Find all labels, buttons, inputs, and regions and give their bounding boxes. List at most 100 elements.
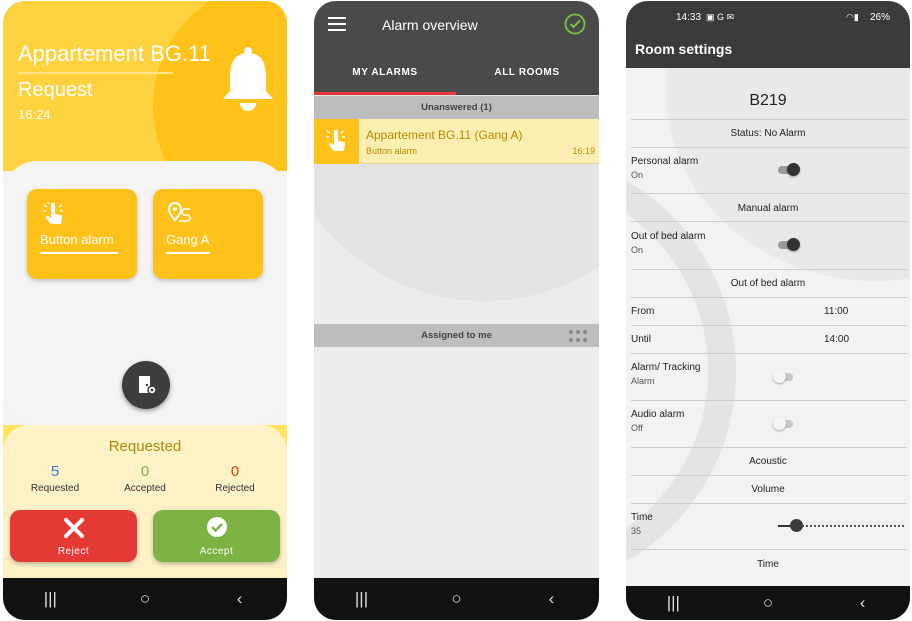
tracking-toggle[interactable] [773,370,793,383]
slider-knob[interactable] [789,519,803,532]
back-button[interactable]: ‹ [843,593,883,613]
alarm-status: Status: No Alarm [730,128,806,139]
divider [631,400,907,401]
recents-button[interactable]: ||| [30,589,70,609]
tile-underline [40,252,118,254]
divider [631,119,907,120]
divider [631,193,907,194]
menu-icon[interactable] [328,17,346,36]
room-settings-screen: 14:33 ▣ G ✉ ◠▮ 26% Room settings B219 St… [626,1,910,620]
home-button[interactable]: ○ [437,589,477,609]
section-assigned[interactable]: Assigned to me [314,324,599,347]
until-label: Until [631,334,652,345]
wifi-signal-icon: ◠▮ [846,12,859,22]
from-time-field[interactable]: 11:00 [824,306,848,317]
title-underline [18,72,173,74]
from-label: From [631,306,655,317]
section-assigned-label: Assigned to me [421,330,492,341]
out-of-bed-value: On [631,245,644,255]
close-icon [63,518,84,538]
request-label: Request [18,79,93,101]
screen-title: Room settings [635,41,733,57]
alarm-title: Appartement BG.11 (Gang A) [366,128,523,142]
divider [631,503,907,504]
reject-button[interactable]: Reject [10,510,137,562]
divider [631,269,907,270]
stat-label: Accepted [124,483,166,494]
active-tab-indicator [314,92,456,95]
bell-icon [219,45,277,118]
stat-value: 0 [140,463,150,480]
button-alarm-tile[interactable]: Button alarm [27,189,137,279]
stat-value: 0 [230,463,240,480]
room-title: Appartement BG.11 [18,41,211,66]
recents-button[interactable]: ||| [342,589,382,609]
room-settings-fab[interactable] [122,361,170,409]
requested-title: Requested [108,438,182,455]
tab-all-rooms[interactable]: ALL ROOMS [456,67,598,78]
tracking-label: Alarm/ Tracking [631,362,701,373]
check-circle-icon [206,517,227,537]
time-label: Time [631,512,653,523]
divider [631,221,907,222]
alarm-time: 16:19 [572,146,595,156]
out-of-bed-label: Out of bed alarm [631,231,706,242]
volume-header: Volume [751,484,785,495]
request-screen: Appartement BG.11 Request 16:24 Button a… [3,1,287,620]
check-circle-icon[interactable] [564,13,586,40]
divider [631,549,907,550]
room-name: B219 [749,92,787,109]
divider [631,447,907,448]
notification-icons: ▣ G ✉ [706,12,735,22]
section-unanswered[interactable]: Unanswered (1) [314,96,599,119]
manual-alarm-header: Manual alarm [737,203,799,214]
hand-tap-icon [42,201,64,231]
personal-alarm-value: On [631,170,644,180]
screen-title: Alarm overview [382,17,478,33]
home-button[interactable]: ○ [125,589,165,609]
alarm-overview-screen: Alarm overview MY ALARMS ALL ROOMS Unans… [314,1,599,620]
reject-label: Reject [57,546,90,557]
acoustic-header: Acoustic [749,456,787,467]
out-of-bed-toggle[interactable] [778,238,800,251]
until-time-field[interactable]: 14:00 [824,334,849,345]
personal-alarm-toggle[interactable] [778,163,800,176]
stat-label: Rejected [215,483,255,494]
alarm-type: Button alarm [366,146,418,156]
door-gear-icon [139,376,157,395]
accept-button[interactable]: Accept [153,510,280,562]
system-nav-bar: ||| ○ ‹ [3,578,287,620]
location-tile[interactable]: Gang A [153,189,263,279]
system-nav-bar: ||| ○ ‹ [314,578,599,620]
status-time: 14:33 [676,12,702,23]
back-button[interactable]: ‹ [532,589,572,609]
stat-requested: 5 Requested [15,463,95,494]
audio-alarm-value: Off [631,423,643,433]
divider [631,475,907,476]
grid-dots-icon[interactable] [569,330,587,342]
location-route-icon [167,201,194,229]
divider [631,325,907,326]
tile-label: Gang A [166,232,210,247]
back-button[interactable]: ‹ [220,589,260,609]
status-bar: 14:33 ▣ G ✉ ◠▮ 26% [626,1,910,31]
request-time: 16:24 [18,107,51,122]
tracking-value: Alarm [631,376,655,386]
divider [631,353,907,354]
out-of-bed-header: Out of bed alarm [730,278,806,289]
system-nav-bar: ||| ○ ‹ [626,586,910,620]
accept-label: Accept [199,546,234,557]
time-value: 35 [631,526,642,536]
stat-value: 5 [50,463,60,480]
alarm-list-item[interactable]: Appartement BG.11 (Gang A) Button alarm … [314,119,599,164]
stat-rejected: 0 Rejected [195,463,275,494]
time-slider[interactable] [778,519,904,532]
recents-button[interactable]: ||| [653,593,693,613]
app-bar: Room settings [626,31,910,68]
audio-alarm-toggle[interactable] [773,417,793,430]
home-button[interactable]: ○ [748,593,788,613]
tab-my-alarms[interactable]: MY ALARMS [314,67,456,78]
stat-accepted: 0 Accepted [105,463,185,494]
stat-label: Requested [30,483,80,494]
tile-underline [166,252,210,254]
